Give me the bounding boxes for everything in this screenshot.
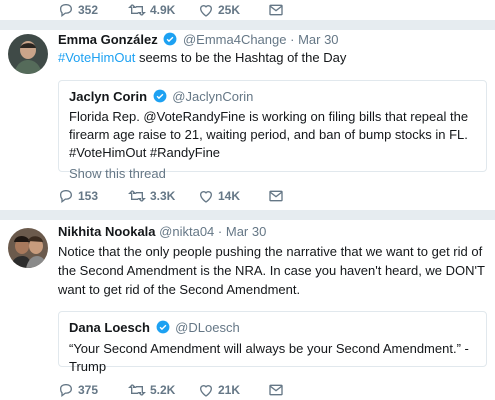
top-action-bar: 352 4.9K 25K [58, 0, 284, 20]
author-name[interactable]: Emma González [58, 32, 158, 47]
tweet-nikhita[interactable]: Nikhita Nookala @nikta04 · Mar 30 Notice… [0, 220, 495, 400]
message-button[interactable] [268, 2, 284, 18]
tweet-date[interactable]: Mar 30 [298, 32, 338, 47]
envelope-icon [269, 4, 283, 16]
tweet-text: Notice that the only people pushing the … [58, 244, 485, 297]
like-count: 14K [218, 189, 241, 203]
reply-count: 375 [78, 383, 99, 397]
quote-author-handle: @JaclynCorin [172, 89, 254, 104]
message-button[interactable] [268, 382, 284, 398]
verified-icon [153, 89, 167, 103]
reply-button[interactable]: 153 [58, 188, 128, 204]
quote-author-name: Jaclyn Corin [69, 89, 148, 104]
quote-author-name: Dana Loesch [69, 320, 150, 335]
envelope-icon [269, 384, 283, 396]
tweet-date[interactable]: Mar 30 [226, 224, 266, 239]
like-button[interactable]: 25K [198, 2, 268, 18]
retweet-icon [128, 190, 146, 202]
message-button[interactable] [268, 188, 284, 204]
reply-icon [59, 384, 73, 398]
author-handle[interactable]: @nikta04 [159, 224, 214, 239]
retweet-count: 4.9K [150, 3, 176, 17]
tweet-actions: 153 3.3K 14K [58, 186, 487, 206]
reply-button[interactable]: 352 [58, 2, 128, 18]
reply-count: 153 [78, 189, 99, 203]
like-count: 21K [218, 383, 241, 397]
verified-icon [156, 320, 169, 334]
author-name[interactable]: Nikhita Nookala [58, 224, 156, 239]
reply-button[interactable]: 375 [58, 382, 128, 398]
tweet-header: Nikhita Nookala @nikta04 · Mar 30 [58, 224, 487, 240]
retweet-icon [128, 384, 146, 396]
like-count: 25K [218, 3, 241, 17]
reply-icon [59, 190, 73, 204]
hashtag-link[interactable]: #VoteHimOut [58, 50, 135, 65]
separator-dot: · [217, 224, 223, 239]
quote-header: Jaclyn Corin @JaclynCorin [69, 89, 476, 105]
author-handle[interactable]: @Emma4Change [183, 32, 287, 47]
retweet-button[interactable]: 3.3K [128, 188, 198, 204]
tweet-text: #VoteHimOut seems to be the Hashtag of t… [58, 49, 487, 67]
retweet-button[interactable]: 4.9K [128, 2, 198, 18]
like-button[interactable]: 14K [198, 188, 268, 204]
tweet-header: Emma González @Emma4Change · Mar 30 [58, 32, 487, 48]
tweet-text-rest: seems to be the Hashtag of the Day [135, 50, 347, 65]
separator-dot: · [290, 32, 295, 47]
quoted-tweet[interactable]: Jaclyn Corin @JaclynCorin Florida Rep. @… [58, 80, 487, 181]
retweet-button[interactable]: 5.2K [128, 382, 198, 398]
avatar[interactable] [8, 34, 48, 74]
tweet-emma[interactable]: Emma González @Emma4Change · Mar 30 #Vot… [0, 30, 495, 208]
show-thread-link[interactable]: Show this thread [69, 166, 476, 181]
quoted-tweet[interactable]: Dana Loesch @DLoesch “Your Second Amendm… [58, 311, 487, 374]
quote-header: Dana Loesch @DLoesch [69, 320, 476, 336]
retweet-icon [128, 4, 146, 16]
heart-icon [199, 5, 213, 17]
like-button[interactable]: 21K [198, 382, 268, 398]
heart-icon [199, 191, 213, 203]
quote-text: Florida Rep. @VoteRandyFine is working o… [69, 109, 469, 160]
envelope-icon [269, 190, 283, 202]
tweet-actions: 375 5.2K 21K [58, 380, 487, 400]
reply-count: 352 [78, 3, 99, 17]
separator [0, 210, 495, 220]
retweet-count: 3.3K [150, 189, 176, 203]
reply-icon [59, 4, 73, 18]
quote-author-handle: @DLoesch [175, 320, 240, 335]
verified-icon [163, 32, 177, 46]
heart-icon [199, 385, 213, 397]
retweet-count: 5.2K [150, 383, 176, 397]
avatar[interactable] [8, 228, 48, 268]
separator [0, 20, 495, 30]
quote-text: “Your Second Amendment will always be yo… [69, 341, 469, 374]
